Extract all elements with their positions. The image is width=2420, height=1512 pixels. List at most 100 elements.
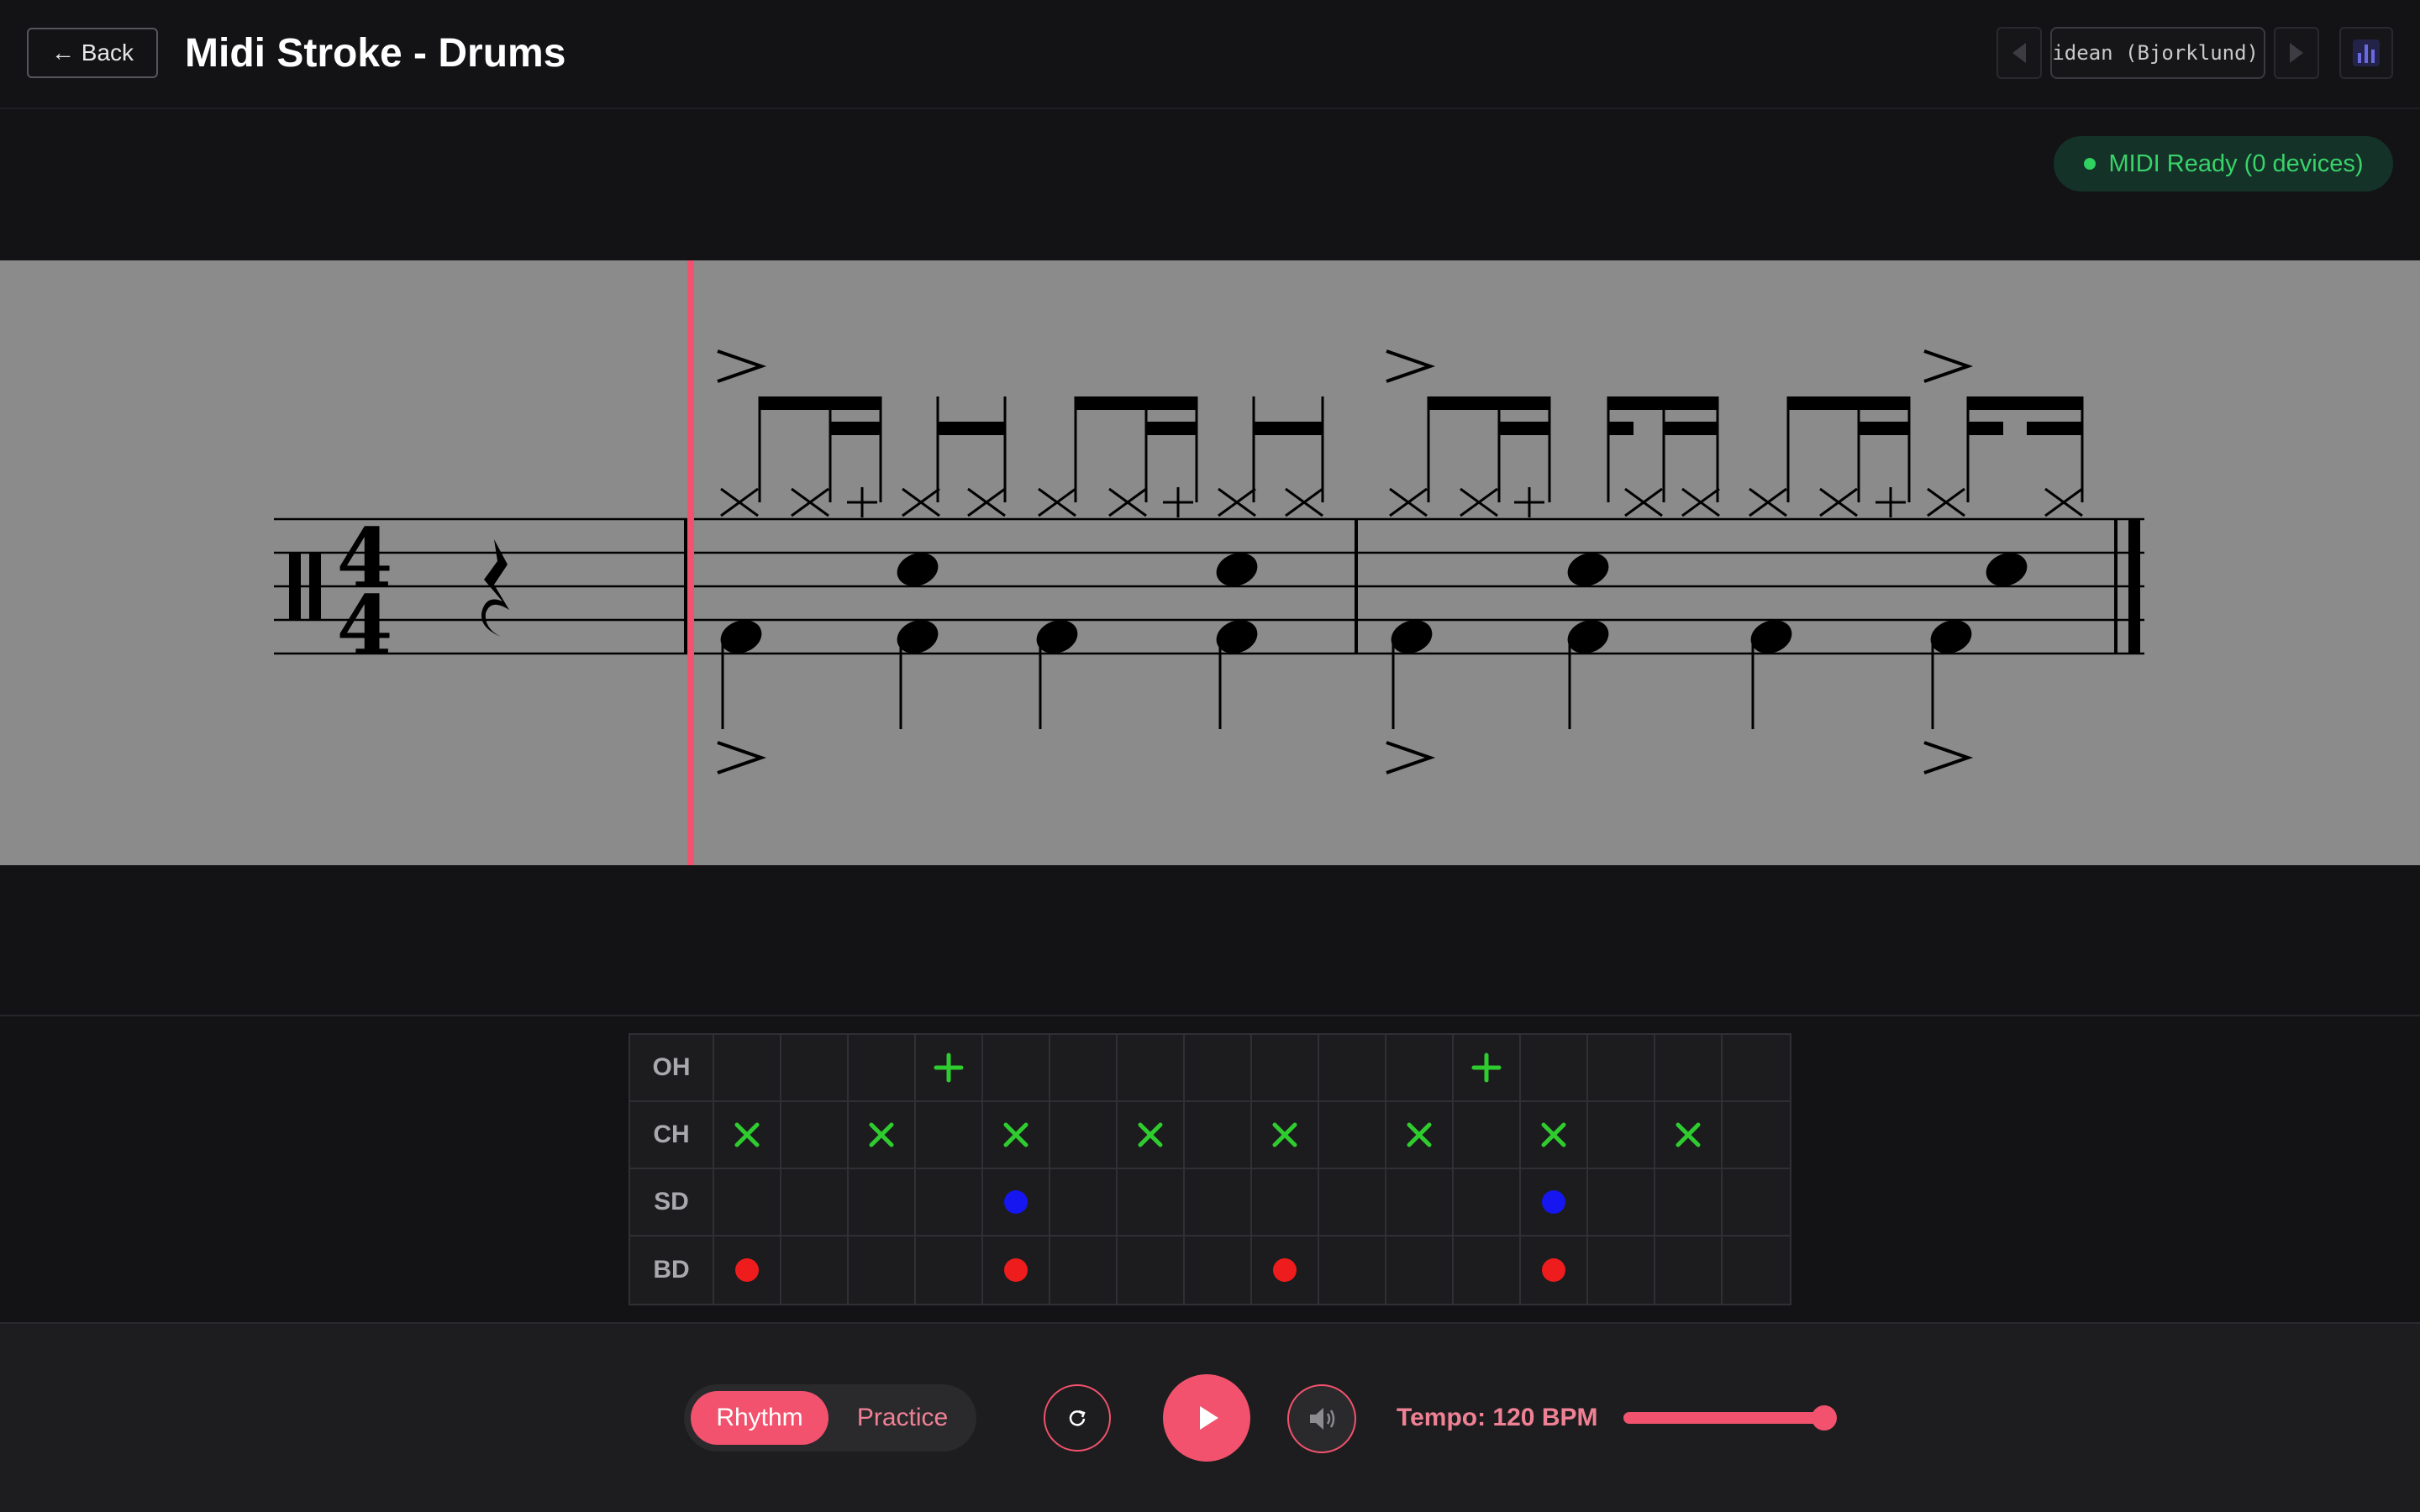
closed-hihat-mark: [1272, 1122, 1297, 1147]
step-cell[interactable]: [714, 1102, 781, 1169]
step-cell[interactable]: [1118, 1035, 1185, 1102]
step-cell[interactable]: [916, 1102, 983, 1169]
tempo-slider-track: [1623, 1412, 1825, 1424]
back-button[interactable]: ← Back: [27, 28, 158, 78]
hihat-notehead: [791, 487, 829, 517]
snare-notehead: [897, 553, 939, 586]
hihat-notehead: [1218, 487, 1256, 517]
step-cell[interactable]: [1319, 1169, 1386, 1236]
step-cell[interactable]: [1118, 1169, 1185, 1236]
open-hihat-mark: [934, 1053, 964, 1083]
pattern-name[interactable]: idean (Bjorklund): [2050, 27, 2265, 79]
hihat-notehead: [1927, 487, 1965, 517]
step-cell[interactable]: [1454, 1035, 1521, 1102]
closed-hihat-mark: [734, 1122, 760, 1147]
step-cell[interactable]: [1050, 1236, 1118, 1304]
step-cell[interactable]: [1655, 1035, 1723, 1102]
tempo-slider-thumb[interactable]: [1812, 1405, 1837, 1431]
step-cell[interactable]: [1185, 1236, 1252, 1304]
mode-practice-button[interactable]: Practice: [835, 1391, 970, 1445]
note-beam: [830, 422, 881, 435]
step-cell[interactable]: [1185, 1102, 1252, 1169]
accent-mark: [717, 349, 767, 383]
step-cell[interactable]: [1655, 1236, 1723, 1304]
step-cell[interactable]: [1118, 1236, 1185, 1304]
step-cell[interactable]: [1723, 1035, 1790, 1102]
reset-button[interactable]: [1044, 1384, 1111, 1452]
tempo-slider[interactable]: [1623, 1405, 1842, 1431]
step-cell[interactable]: [1588, 1236, 1655, 1304]
step-cell[interactable]: [1386, 1169, 1454, 1236]
step-cell[interactable]: [983, 1102, 1050, 1169]
step-cell[interactable]: [1050, 1102, 1118, 1169]
sound-toggle-button[interactable]: [1287, 1384, 1356, 1453]
step-cell[interactable]: [1050, 1169, 1118, 1236]
step-cell[interactable]: [781, 1102, 849, 1169]
step-cell[interactable]: [1454, 1236, 1521, 1304]
row-label-bd: BD: [630, 1236, 714, 1304]
note-beam: [1859, 422, 1909, 435]
triangle-right-icon: [2290, 43, 2303, 63]
stats-button[interactable]: [2339, 27, 2393, 79]
hihat-notehead: [967, 487, 1006, 517]
step-cell[interactable]: [1185, 1169, 1252, 1236]
step-cell[interactable]: [983, 1169, 1050, 1236]
step-cell[interactable]: [849, 1236, 916, 1304]
step-cell[interactable]: [1319, 1236, 1386, 1304]
step-cell[interactable]: [1521, 1169, 1588, 1236]
step-cell[interactable]: [1319, 1102, 1386, 1169]
step-cell[interactable]: [1521, 1102, 1588, 1169]
step-cell[interactable]: [1521, 1035, 1588, 1102]
mode-rhythm-button[interactable]: Rhythm: [691, 1391, 829, 1445]
step-cell[interactable]: [1252, 1102, 1319, 1169]
next-pattern-button[interactable]: [2274, 27, 2319, 79]
closed-hihat-mark: [869, 1122, 894, 1147]
step-cell[interactable]: [1588, 1169, 1655, 1236]
step-cell[interactable]: [781, 1169, 849, 1236]
step-cell[interactable]: [1252, 1236, 1319, 1304]
step-cell[interactable]: [714, 1236, 781, 1304]
step-cell[interactable]: [1386, 1236, 1454, 1304]
step-cell[interactable]: [1252, 1035, 1319, 1102]
note-beam: [1146, 422, 1197, 435]
hihat-notehead: [1681, 487, 1720, 517]
step-cell[interactable]: [1588, 1035, 1655, 1102]
step-cell[interactable]: [849, 1035, 916, 1102]
step-cell[interactable]: [916, 1035, 983, 1102]
note-beam: [1968, 422, 2003, 435]
step-cell[interactable]: [1521, 1236, 1588, 1304]
step-cell[interactable]: [1386, 1035, 1454, 1102]
step-cell[interactable]: [983, 1035, 1050, 1102]
step-cell[interactable]: [1723, 1169, 1790, 1236]
step-cell[interactable]: [1655, 1102, 1723, 1169]
note-beam: [2027, 422, 2082, 435]
prev-pattern-button[interactable]: [1996, 27, 2042, 79]
note-beam: [1664, 422, 1718, 435]
step-cell[interactable]: [714, 1035, 781, 1102]
snare-notehead: [1216, 553, 1258, 586]
step-cell[interactable]: [1588, 1102, 1655, 1169]
step-cell[interactable]: [1454, 1102, 1521, 1169]
step-cell[interactable]: [714, 1169, 781, 1236]
step-cell[interactable]: [1319, 1035, 1386, 1102]
step-cell[interactable]: [1252, 1169, 1319, 1236]
accent-mark: [1923, 741, 1974, 774]
step-cell[interactable]: [1050, 1035, 1118, 1102]
step-cell[interactable]: [849, 1169, 916, 1236]
step-cell[interactable]: [1723, 1102, 1790, 1169]
step-cell[interactable]: [1118, 1102, 1185, 1169]
step-cell[interactable]: [1454, 1169, 1521, 1236]
step-cell[interactable]: [1386, 1102, 1454, 1169]
step-cell[interactable]: [781, 1035, 849, 1102]
step-cell[interactable]: [1723, 1236, 1790, 1304]
step-cell[interactable]: [916, 1236, 983, 1304]
step-cell[interactable]: [849, 1102, 916, 1169]
play-button[interactable]: [1163, 1374, 1250, 1462]
step-cell[interactable]: [983, 1236, 1050, 1304]
step-cell[interactable]: [1655, 1169, 1723, 1236]
step-cell[interactable]: [781, 1236, 849, 1304]
step-cell[interactable]: [1185, 1035, 1252, 1102]
step-cell[interactable]: [916, 1169, 983, 1236]
kick-hit: [1542, 1258, 1565, 1282]
snare-hit: [1542, 1190, 1565, 1214]
